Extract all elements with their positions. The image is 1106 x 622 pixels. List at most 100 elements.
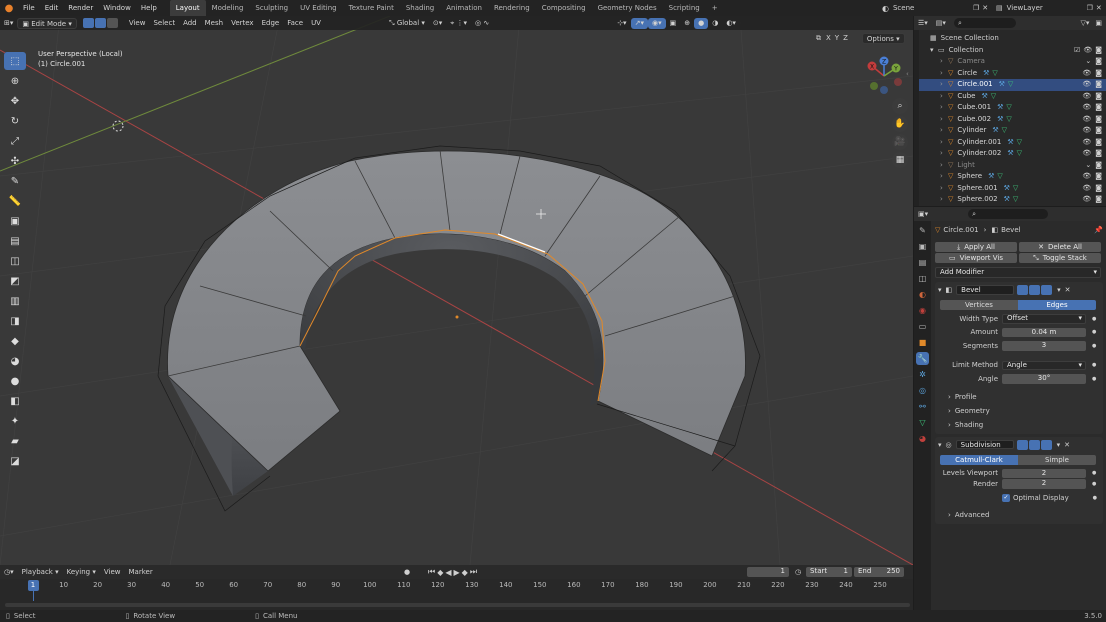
- visibility-eye-icon[interactable]: 👁: [1082, 102, 1091, 114]
- select-box-icon[interactable]: ⊹▾: [613, 18, 630, 29]
- scene-tab-icon[interactable]: ◐: [916, 288, 929, 301]
- mesh-data-icon[interactable]: ▽: [997, 171, 1002, 183]
- 3d-viewport[interactable]: ⊞▾ ▣ Edit Mode ▾ View Select Add Mesh Ve…: [0, 16, 913, 565]
- render-camera-icon[interactable]: ◙: [1095, 148, 1102, 160]
- render-camera-icon[interactable]: ◙: [1095, 91, 1102, 103]
- mesh-data-icon[interactable]: ▽: [1017, 148, 1022, 160]
- menu-mesh[interactable]: Mesh: [201, 18, 227, 29]
- overlay-toggle-icon[interactable]: ◉▾: [647, 17, 666, 29]
- add-modifier-dropdown[interactable]: Add Modifier ▾: [935, 267, 1101, 278]
- mirror-x-toggle[interactable]: X: [824, 33, 833, 44]
- render-camera-icon[interactable]: ◙: [1095, 125, 1102, 137]
- visibility-eye-icon[interactable]: ⌄: [1085, 160, 1091, 172]
- collection-checkbox[interactable]: ☑: [1074, 45, 1080, 57]
- mesh-data-icon[interactable]: ▽: [1017, 137, 1022, 149]
- mesh-data-icon[interactable]: ▽: [1006, 102, 1011, 114]
- editor-type-icon[interactable]: ⊞▾: [0, 18, 17, 29]
- workspace-tab-animation[interactable]: Animation: [440, 0, 488, 16]
- viewport-scene[interactable]: [0, 16, 913, 565]
- play-reverse-icon[interactable]: ◀: [445, 568, 453, 577]
- menu-uv[interactable]: UV: [307, 18, 325, 29]
- sidebar-toggle-icon[interactable]: ‹: [906, 70, 909, 78]
- visibility-eye-icon[interactable]: 👁: [1082, 68, 1091, 80]
- subdivision-remove-icon[interactable]: ✕: [1064, 441, 1070, 449]
- workspace-tab-geometry-nodes[interactable]: Geometry Nodes: [592, 0, 663, 16]
- outliner-item[interactable]: › ▽ Circle.001 ⚒ ▽ 👁 ◙: [914, 79, 1106, 91]
- segments-keyframe-icon[interactable]: ●: [1092, 343, 1096, 349]
- outliner-item[interactable]: › ▽ Cylinder.001 ⚒ ▽ 👁 ◙: [914, 137, 1106, 149]
- workspace-tab-compositing[interactable]: Compositing: [536, 0, 592, 16]
- subdivision-viewport-icon[interactable]: [1028, 439, 1040, 450]
- display-mode-icon[interactable]: ▤▾: [936, 19, 946, 27]
- render-camera-icon[interactable]: ◙: [1095, 160, 1102, 172]
- playback-menu[interactable]: Playback ▾: [18, 567, 63, 578]
- marker-menu[interactable]: Marker: [125, 567, 157, 578]
- outliner-item[interactable]: › ▽ Light ⌄ ◙: [914, 160, 1106, 172]
- view-layer-selector[interactable]: ▤ ViewLayer ❐ ✕: [996, 2, 1102, 14]
- measure-tool-icon[interactable]: 📏: [4, 192, 26, 210]
- shading-solid-icon[interactable]: ●: [694, 17, 709, 29]
- mesh-data-icon[interactable]: ▽: [991, 91, 996, 103]
- play-icon[interactable]: ▶: [454, 568, 462, 577]
- modifier-wrench-icon[interactable]: ⚒: [1004, 194, 1010, 206]
- filter-icon[interactable]: ▽▾: [1080, 19, 1089, 27]
- face-select-icon[interactable]: [106, 18, 118, 28]
- extrude-tool-icon[interactable]: ▤: [4, 232, 26, 250]
- render-camera-icon[interactable]: ◙: [1095, 194, 1102, 206]
- subdivision-menu-icon[interactable]: ▾: [1057, 441, 1061, 449]
- select-tool-icon[interactable]: ⬚: [4, 52, 26, 70]
- smooth-tool-icon[interactable]: ●: [4, 372, 26, 390]
- shading-wireframe-icon[interactable]: ⊕: [680, 18, 694, 29]
- catmull-clark-toggle[interactable]: Catmull-Clark: [940, 454, 1018, 465]
- camera-view-icon[interactable]: 🎥: [892, 134, 908, 150]
- output-tab-icon[interactable]: ▤: [916, 256, 929, 269]
- bevel-name-field[interactable]: Bevel: [956, 285, 1015, 295]
- shear-tool-icon[interactable]: ▰: [4, 432, 26, 450]
- modifier-wrench-icon[interactable]: ⚒: [997, 102, 1003, 114]
- world-tab-icon[interactable]: ◉: [916, 304, 929, 317]
- angle-keyframe-icon[interactable]: ●: [1092, 376, 1096, 382]
- modifier-wrench-icon[interactable]: ⚒: [983, 68, 989, 80]
- cursor-tool-icon[interactable]: ⊕: [4, 72, 26, 90]
- outliner-item[interactable]: › ▽ Circle ⚒ ▽ 👁 ◙: [914, 68, 1106, 80]
- pan-hand-icon[interactable]: ✋: [892, 116, 908, 132]
- next-key-icon[interactable]: ◆: [462, 568, 470, 577]
- close-scene-icon[interactable]: ✕: [982, 4, 988, 12]
- expand-icon[interactable]: ›: [940, 125, 948, 137]
- new-collection-icon[interactable]: ▣: [1095, 19, 1102, 27]
- mesh-data-icon[interactable]: ▽: [1013, 194, 1018, 206]
- optimal-keyframe-icon[interactable]: ●: [1093, 495, 1097, 501]
- render-camera-icon[interactable]: ◙: [1095, 183, 1102, 195]
- viewport-vis-button[interactable]: ▭ Viewport Vis: [935, 253, 1017, 263]
- bevel-menu-icon[interactable]: ▾: [1057, 286, 1061, 294]
- menu-help[interactable]: Help: [136, 0, 162, 16]
- properties-editor-icon[interactable]: ▣▾: [918, 210, 928, 218]
- vertex-select-icon[interactable]: [82, 18, 94, 28]
- visibility-eye-icon[interactable]: 👁: [1082, 79, 1091, 91]
- expand-icon[interactable]: ›: [940, 148, 948, 160]
- view-layer-tab-icon[interactable]: ◫: [916, 272, 929, 285]
- limit-method-keyframe-icon[interactable]: ●: [1092, 362, 1096, 368]
- physics-tab-icon[interactable]: ◎: [916, 384, 929, 397]
- visibility-eye-icon[interactable]: 👁: [1082, 114, 1091, 126]
- amount-field[interactable]: 0.04 m: [1002, 327, 1086, 337]
- subdivision-name-field[interactable]: Subdivision: [955, 439, 1014, 450]
- visibility-eye-icon[interactable]: 👁: [1082, 171, 1091, 183]
- render-camera-icon[interactable]: ◙: [1095, 114, 1102, 126]
- optimal-display-checkbox[interactable]: ✓: [1002, 493, 1010, 502]
- xray-toggle-icon[interactable]: ▣: [666, 18, 681, 29]
- prev-key-icon[interactable]: ◆: [437, 568, 445, 577]
- end-frame-field[interactable]: End 250: [854, 567, 904, 577]
- visibility-eye-icon[interactable]: 👁: [1082, 148, 1091, 160]
- render-keyframe-icon[interactable]: ●: [1092, 481, 1096, 487]
- material-tab-icon[interactable]: ◕: [916, 432, 929, 445]
- menu-edit[interactable]: Edit: [40, 0, 64, 16]
- shrink-fatten-tool-icon[interactable]: ✦: [4, 412, 26, 430]
- render-camera-icon[interactable]: ◙: [1095, 56, 1102, 68]
- scale-tool-icon[interactable]: ⤢: [4, 132, 26, 150]
- pin-icon[interactable]: 📌: [1094, 226, 1103, 234]
- subdivision-render-icon[interactable]: [1040, 439, 1052, 450]
- bevel-collapse-icon[interactable]: ▾: [938, 286, 942, 294]
- close-view-layer-icon[interactable]: ✕: [1096, 4, 1102, 12]
- outliner-item[interactable]: › ▽ Cube.001 ⚒ ▽ 👁 ◙: [914, 102, 1106, 114]
